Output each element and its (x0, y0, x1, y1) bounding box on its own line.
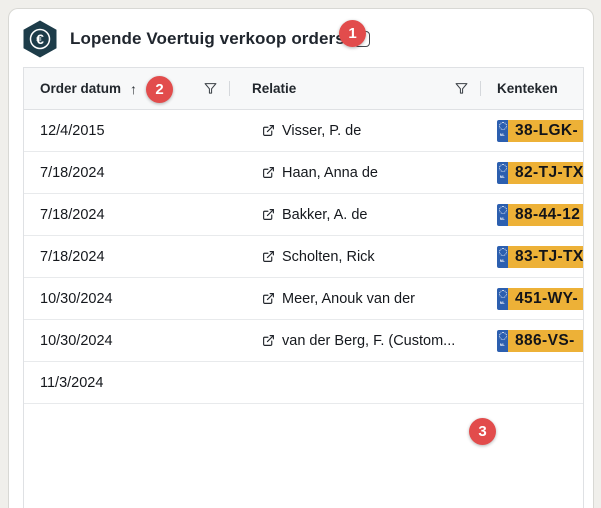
table-row[interactable]: 12/4/2015 Visser, P. de NL 38- (24, 110, 583, 152)
plate-eu-strip: NL (497, 246, 508, 268)
relation-name: Bakker, A. de (282, 207, 367, 223)
external-link-icon (262, 166, 275, 179)
license-plate: NL 451-WY- (497, 288, 584, 310)
card-title: Lopende Voertuig verkoop orders (70, 29, 345, 49)
table-row[interactable]: 10/30/2024 van der Berg, F. (Custom... N… (24, 320, 583, 362)
license-plate: NL 886-VS- (497, 330, 584, 352)
card-header: € Lopende Voertuig verkoop orders i (9, 9, 593, 67)
license-plate: NL 82-TJ-TX (497, 162, 584, 184)
relation-name: Haan, Anna de (282, 165, 378, 181)
plate-number: 83-TJ-TX (508, 246, 584, 268)
eu-stars-icon (499, 248, 507, 256)
plate-eu-strip: NL (497, 330, 508, 352)
relation-link[interactable]: Haan, Anna de (262, 165, 378, 181)
column-header-order-datum[interactable]: Order datum ↑ (24, 68, 230, 109)
filter-icon[interactable] (455, 82, 468, 95)
plate-country-code: NL (500, 259, 505, 263)
plate-country-code: NL (500, 217, 505, 221)
relation-name: van der Berg, F. (Custom... (282, 333, 455, 349)
column-label: Kenteken (497, 81, 558, 96)
external-link-icon (262, 250, 275, 263)
relation-link[interactable]: Bakker, A. de (262, 207, 367, 223)
relation-link[interactable]: Meer, Anouk van der (262, 291, 415, 307)
order-date: 7/18/2024 (40, 207, 105, 223)
plate-eu-strip: NL (497, 204, 508, 226)
plate-country-code: NL (500, 301, 505, 305)
order-date: 7/18/2024 (40, 165, 105, 181)
order-date: 12/4/2015 (40, 123, 105, 139)
table-header-row: Order datum ↑ Relatie Kenteken (24, 68, 583, 110)
plate-number: 38-LGK- (508, 120, 584, 142)
plate-number: 451-WY- (508, 288, 584, 310)
eu-stars-icon (499, 290, 507, 298)
plate-number: 88-44-12 (508, 204, 584, 226)
license-plate: NL 88-44-12 (497, 204, 584, 226)
order-date: 10/30/2024 (40, 291, 113, 307)
eu-stars-icon (499, 122, 507, 130)
relation-link[interactable]: van der Berg, F. (Custom... (262, 333, 455, 349)
relation-name: Visser, P. de (282, 123, 361, 139)
table-row[interactable]: 10/30/2024 Meer, Anouk van der NL (24, 278, 583, 320)
filter-icon[interactable] (204, 82, 217, 95)
orders-table: Order datum ↑ Relatie Kenteken 12/4/2015 (23, 67, 584, 508)
plate-country-code: NL (500, 175, 505, 179)
annotation-badge-3: 3 (469, 418, 496, 445)
column-header-relatie[interactable]: Relatie (230, 68, 481, 109)
table-body: 12/4/2015 Visser, P. de NL 38- (24, 110, 583, 404)
eu-stars-icon (499, 332, 507, 340)
relation-link[interactable]: Scholten, Rick (262, 249, 375, 265)
order-date: 7/18/2024 (40, 249, 105, 265)
plate-number: 886-VS- (508, 330, 584, 352)
order-date: 10/30/2024 (40, 333, 113, 349)
relation-link[interactable]: Visser, P. de (262, 123, 361, 139)
annotation-badge-2: 2 (146, 76, 173, 103)
table-row[interactable]: 7/18/2024 Scholten, Rick NL 83 (24, 236, 583, 278)
svg-text:€: € (36, 31, 44, 47)
plate-number: 82-TJ-TX (508, 162, 584, 184)
table-row[interactable]: 11/3/2024 NL (24, 362, 583, 404)
plate-country-code: NL (500, 133, 505, 137)
external-link-icon (262, 334, 275, 347)
relation-name: Scholten, Rick (282, 249, 375, 265)
table-row[interactable]: 7/18/2024 Bakker, A. de NL 88- (24, 194, 583, 236)
license-plate: NL 38-LGK- (497, 120, 584, 142)
sort-ascending-icon: ↑ (130, 81, 137, 97)
plate-country-code: NL (500, 343, 505, 347)
table-row[interactable]: 7/18/2024 Haan, Anna de NL 82- (24, 152, 583, 194)
euro-hexagon-icon: € (23, 20, 57, 58)
plate-eu-strip: NL (497, 162, 508, 184)
vehicle-orders-card: € Lopende Voertuig verkoop orders i Orde… (8, 8, 594, 508)
column-header-kenteken[interactable]: Kenteken (481, 68, 583, 109)
external-link-icon (262, 124, 275, 137)
plate-eu-strip: NL (497, 288, 508, 310)
external-link-icon (262, 292, 275, 305)
column-label: Relatie (252, 81, 296, 96)
eu-stars-icon (499, 164, 507, 172)
order-date: 11/3/2024 (40, 375, 103, 391)
external-link-icon (262, 208, 275, 221)
plate-eu-strip: NL (497, 120, 508, 142)
eu-stars-icon (499, 206, 507, 214)
relation-name: Meer, Anouk van der (282, 291, 415, 307)
annotation-badge-1: 1 (339, 20, 366, 47)
column-label: Order datum (40, 81, 121, 96)
license-plate: NL 83-TJ-TX (497, 246, 584, 268)
